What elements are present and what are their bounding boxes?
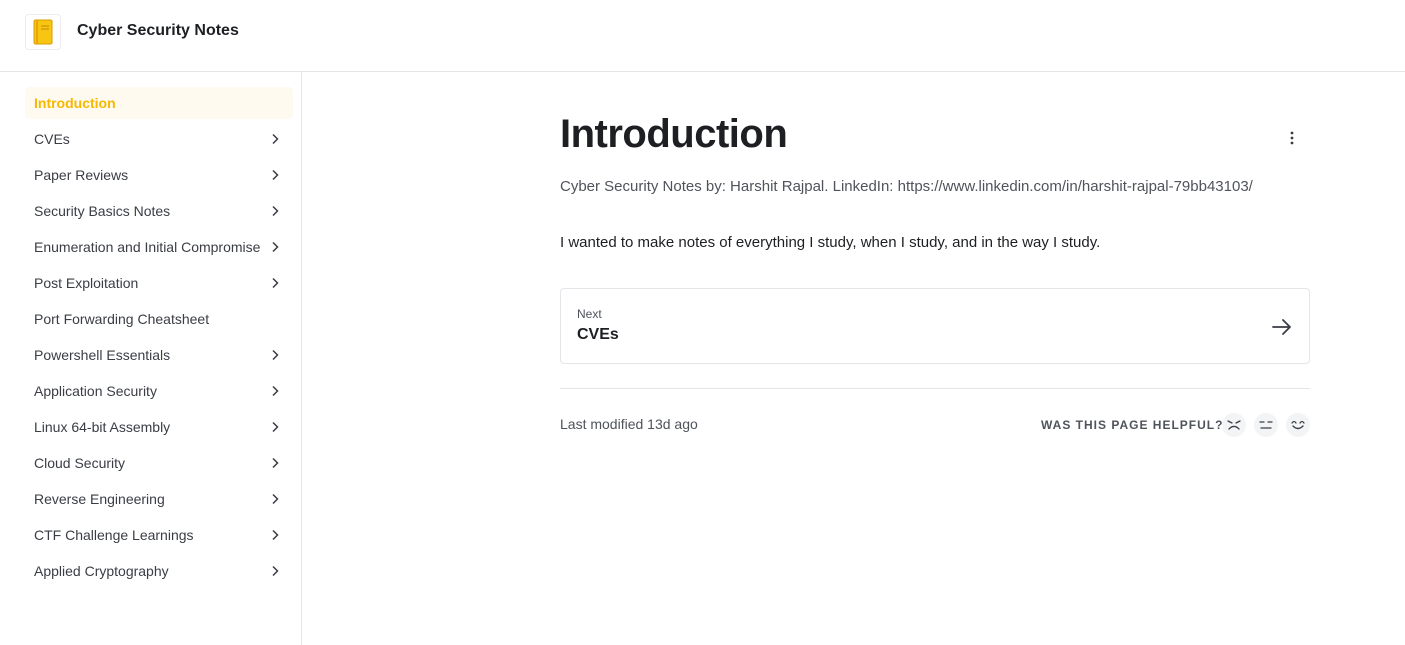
helpful-label: WAS THIS PAGE HELPFUL? [1041, 418, 1224, 432]
notebook-icon[interactable] [25, 14, 61, 50]
chevron-right-icon[interactable] [269, 421, 281, 433]
chevron-right-icon[interactable] [269, 385, 281, 397]
sidebar-item-label: Cloud Security [34, 455, 126, 471]
next-label: Next [577, 307, 602, 321]
chevron-right-icon[interactable] [269, 241, 281, 253]
sidebar-item-enumeration[interactable]: Enumeration and Initial Compromise [25, 231, 293, 263]
sidebar-item-cloud-security[interactable]: Cloud Security [25, 447, 293, 479]
more-options-icon[interactable] [1280, 126, 1304, 150]
next-page-title: CVEs [577, 326, 619, 343]
chevron-right-icon[interactable] [269, 529, 281, 541]
sidebar-item-label: Post Exploitation [34, 275, 139, 291]
neutral-face-icon[interactable] [1254, 413, 1278, 437]
sidebar-item-powershell[interactable]: Powershell Essentials [25, 339, 293, 371]
sidebar-nav: Introduction CVEs Paper Reviews Security… [0, 72, 302, 645]
page-description: Cyber Security Notes by: Harshit Rajpal.… [560, 178, 1253, 195]
chevron-right-icon[interactable] [269, 169, 281, 181]
happy-face-icon[interactable] [1286, 413, 1310, 437]
sidebar-item-label: Linux 64-bit Assembly [34, 419, 171, 435]
chevron-right-icon[interactable] [269, 349, 281, 361]
chevron-right-icon[interactable] [269, 493, 281, 505]
site-title[interactable]: Cyber Security Notes [77, 22, 239, 40]
sidebar-item-linux-assembly[interactable]: Linux 64-bit Assembly [25, 411, 293, 443]
chevron-right-icon[interactable] [269, 277, 281, 289]
sidebar-item-label: Powershell Essentials [34, 347, 171, 363]
page-title: Introduction [560, 112, 788, 156]
chevron-right-icon[interactable] [269, 133, 281, 145]
arrow-right-icon [1272, 319, 1291, 335]
sidebar-item-reverse-engineering[interactable]: Reverse Engineering [25, 483, 293, 515]
sidebar-item-ctf-learnings[interactable]: CTF Challenge Learnings [25, 519, 293, 551]
intro-paragraph: I wanted to make notes of everything I s… [560, 234, 1101, 251]
sidebar-item-label: Port Forwarding Cheatsheet [34, 311, 210, 327]
sidebar-item-introduction[interactable]: Introduction [25, 87, 293, 119]
sad-face-icon[interactable] [1222, 413, 1246, 437]
sidebar-item-label: Enumeration and Initial Compromise [34, 239, 261, 255]
sidebar-item-paper-reviews[interactable]: Paper Reviews [25, 159, 293, 191]
sidebar-item-label: Security Basics Notes [34, 203, 171, 219]
sidebar-item-label: Application Security [34, 383, 157, 399]
sidebar-item-security-basics-notes[interactable]: Security Basics Notes [25, 195, 293, 227]
chevron-right-icon[interactable] [269, 205, 281, 217]
next-page-link[interactable]: Next CVEs [560, 288, 1310, 364]
sidebar-item-label: CVEs [34, 131, 70, 147]
sidebar-item-label: Paper Reviews [34, 167, 129, 183]
sidebar-item-label: Applied Cryptography [34, 563, 169, 579]
sidebar-item-port-forwarding[interactable]: Port Forwarding Cheatsheet [25, 303, 293, 335]
top-header: Cyber Security Notes [0, 0, 1405, 72]
last-modified: Last modified 13d ago [560, 416, 698, 432]
chevron-right-icon[interactable] [269, 565, 281, 577]
sidebar-item-application-security[interactable]: Application Security [25, 375, 293, 407]
sidebar-item-applied-cryptography[interactable]: Applied Cryptography [25, 555, 293, 587]
main-content: Introduction Cyber Security Notes by: Ha… [302, 72, 1405, 645]
divider [560, 388, 1310, 389]
sidebar-item-cves[interactable]: CVEs [25, 123, 293, 155]
sidebar-item-label: Introduction [34, 95, 116, 111]
sidebar-item-label: Reverse Engineering [34, 491, 165, 507]
sidebar-item-post-exploitation[interactable]: Post Exploitation [25, 267, 293, 299]
chevron-right-icon[interactable] [269, 457, 281, 469]
sidebar-item-label: CTF Challenge Learnings [34, 527, 194, 543]
